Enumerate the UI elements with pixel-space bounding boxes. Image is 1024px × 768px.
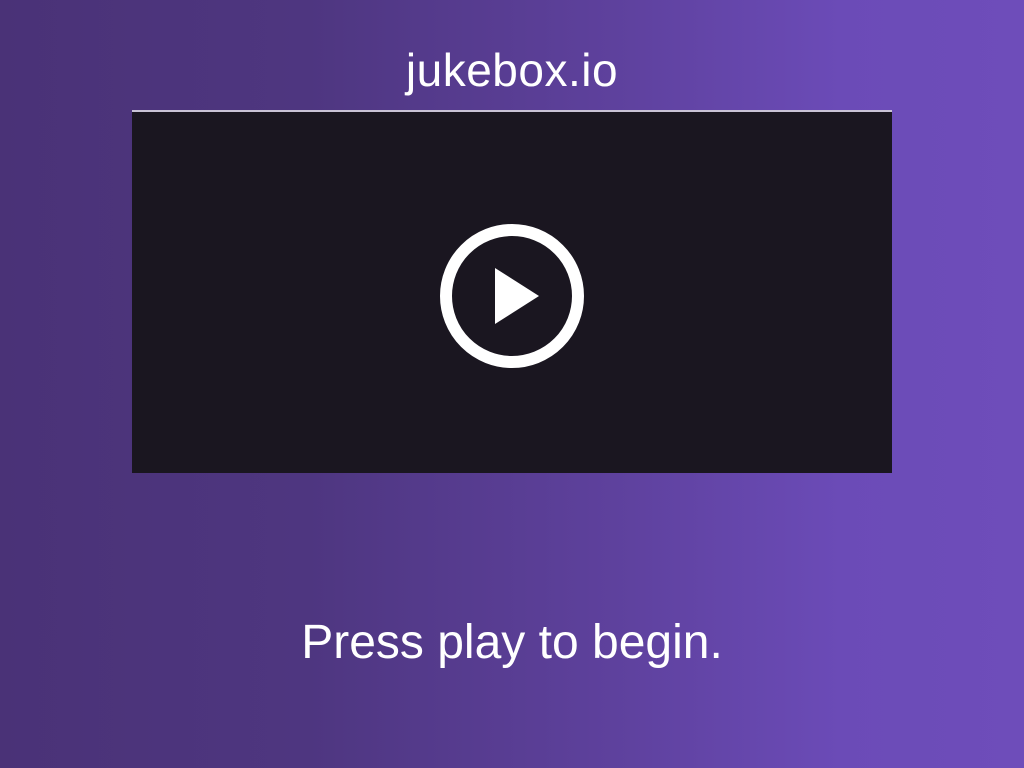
video-player[interactable] bbox=[132, 110, 892, 473]
app-title: jukebox.io bbox=[405, 44, 619, 96]
status-message: Press play to begin. bbox=[301, 616, 723, 669]
play-button[interactable] bbox=[438, 222, 586, 370]
play-circle-icon bbox=[440, 224, 584, 368]
